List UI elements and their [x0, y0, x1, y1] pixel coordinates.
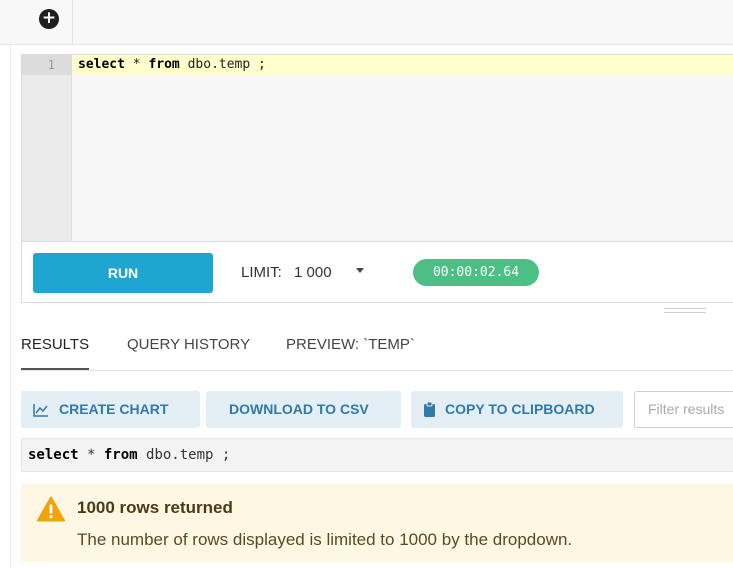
line-chart-icon — [33, 404, 48, 417]
panel-edge — [10, 45, 11, 568]
code-table: dbo.temp ; — [137, 447, 231, 463]
active-code-line[interactable]: select * from dbo.temp ; — [73, 55, 733, 75]
executed-query-text: select * from dbo.temp ; — [28, 447, 230, 463]
keyword-from: from — [103, 447, 138, 463]
line-number: 1 — [47, 58, 55, 72]
copy-clipboard-button[interactable]: COPY TO CLIPBOARD — [411, 391, 623, 428]
results-tabs: RESULTS QUERY HISTORY PREVIEW: `TEMP` — [21, 336, 733, 370]
limit-label: LIMIT: — [241, 264, 282, 281]
download-csv-button[interactable]: DOWNLOAD TO CSV — [206, 391, 401, 428]
download-csv-label: DOWNLOAD TO CSV — [229, 401, 369, 417]
query-tab-strip: + — [0, 0, 733, 45]
code-table: dbo.temp ; — [179, 57, 266, 72]
code-star: * — [78, 447, 104, 463]
caret-down-icon[interactable] — [356, 268, 364, 273]
create-chart-button[interactable]: CREATE CHART — [21, 391, 200, 428]
run-toolbar: RUN LIMIT: 1 000 00:00:02.64 — [21, 242, 733, 303]
warning-message: The number of rows displayed is limited … — [77, 530, 573, 549]
keyword-select: select — [78, 57, 125, 72]
resize-handle[interactable] — [664, 308, 706, 313]
line-number-gutter: 1 — [22, 55, 72, 241]
tab-query-history[interactable]: QUERY HISTORY — [127, 336, 250, 370]
filter-results-input[interactable] — [634, 391, 733, 428]
row-limit-warning: 1000 rows returned The number of rows di… — [21, 484, 733, 562]
run-button[interactable]: RUN — [33, 253, 213, 293]
keyword-select: select — [28, 447, 79, 463]
warning-title: 1000 rows returned — [77, 498, 233, 517]
warning-triangle-icon — [37, 496, 65, 522]
tab-preview-temp[interactable]: PREVIEW: `TEMP` — [286, 336, 415, 370]
tab-results[interactable]: RESULTS — [21, 336, 90, 370]
query-workspace: + 1 select * from dbo.temp ; RUN LIMIT: … — [0, 0, 733, 568]
keyword-from: from — [148, 57, 180, 72]
limit-select[interactable]: 1 000 — [294, 264, 332, 281]
plus-circle-icon[interactable]: + — [39, 9, 59, 29]
copy-clipboard-label: COPY TO CLIPBOARD — [445, 401, 595, 417]
elapsed-time-badge: 00:00:02.64 — [413, 259, 539, 286]
code-text[interactable]: select * from dbo.temp ; — [78, 57, 266, 72]
executed-query: select * from dbo.temp ; — [21, 438, 733, 472]
clipboard-icon — [424, 402, 435, 417]
tabs-divider — [21, 370, 733, 371]
create-chart-label: CREATE CHART — [59, 401, 169, 417]
sql-editor[interactable]: 1 select * from dbo.temp ; — [21, 54, 733, 242]
code-star: * — [124, 57, 149, 72]
tab-divider — [72, 0, 73, 45]
